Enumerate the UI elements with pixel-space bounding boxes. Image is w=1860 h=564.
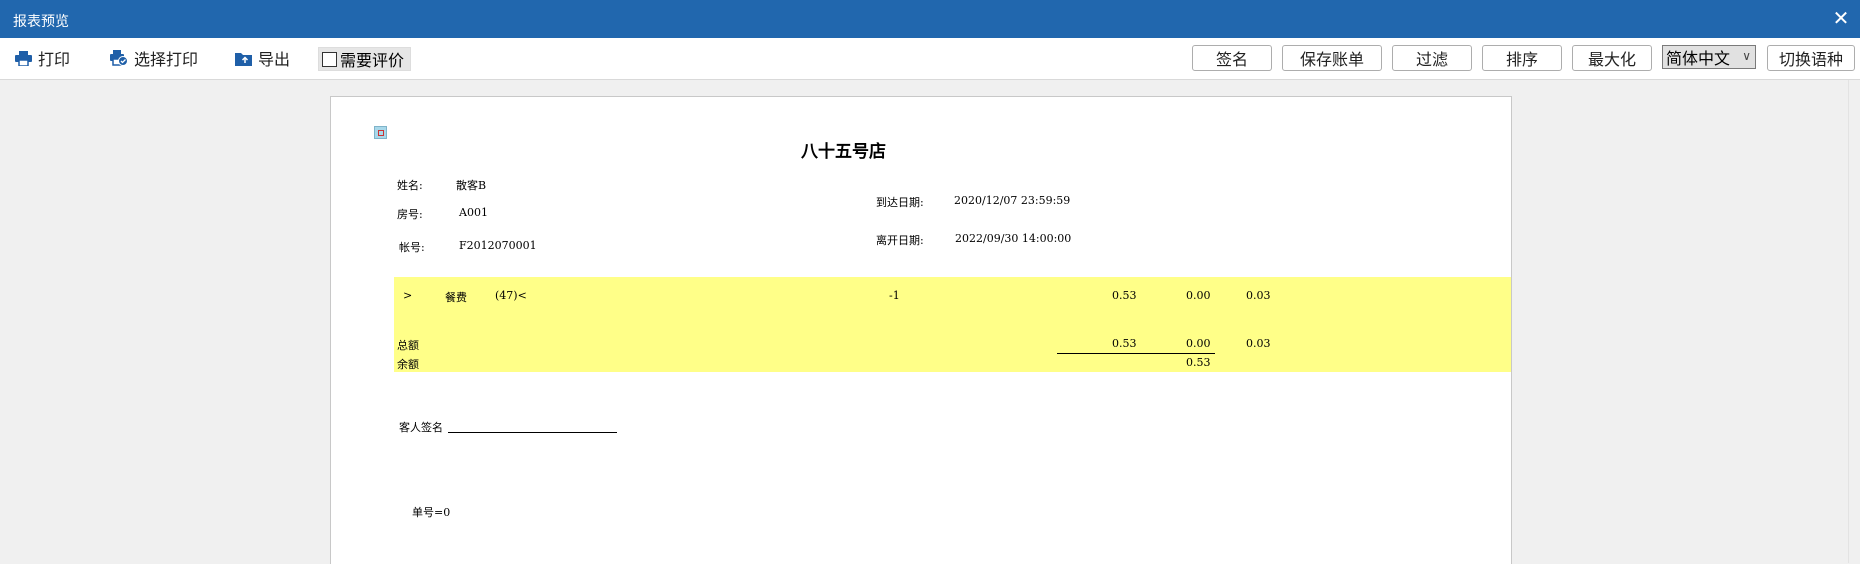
signature-label: 客人签名 — [399, 421, 443, 434]
maximize-button[interactable]: 最大化 — [1572, 45, 1652, 71]
account-value: F2012070001 — [459, 239, 537, 252]
filter-button[interactable]: 过滤 — [1392, 45, 1472, 71]
item-amount: 0.53 — [1112, 289, 1137, 302]
select-print-label: 选择打印 — [134, 50, 199, 69]
language-selected: 简体中文 — [1666, 49, 1731, 68]
toolbar: 打印 选择打印 导出 需要评价 签名 保存账单 过滤 排序 最大化 简体中文 ∨… — [0, 38, 1860, 80]
account-label: 帐号: — [399, 241, 425, 254]
item-other: 0.03 — [1246, 289, 1271, 302]
select-print-button[interactable]: 选择打印 — [110, 47, 198, 69]
balance-label: 余额 — [397, 358, 419, 371]
arrival-label: 到达日期: — [876, 196, 924, 209]
vertical-scrollbar[interactable] — [1848, 80, 1860, 563]
charges-section — [394, 277, 1511, 372]
print-label: 打印 — [38, 50, 71, 69]
total-label: 总额 — [397, 339, 419, 352]
need-review-checkbox[interactable]: 需要评价 — [318, 47, 412, 71]
print-button[interactable]: 打印 — [15, 47, 70, 69]
checkbox-box[interactable] — [322, 51, 337, 67]
name-label: 姓名: — [397, 179, 423, 192]
name-value: 散客B — [456, 179, 487, 192]
total-amount: 0.53 — [1112, 337, 1137, 350]
report-anchor-icon — [374, 126, 387, 139]
chevron-down-icon: ∨ — [1742, 49, 1751, 63]
window-title: 报表预览 — [13, 14, 69, 30]
item-code: (47)< — [495, 289, 527, 302]
language-select[interactable]: 简体中文 ∨ — [1662, 45, 1756, 69]
arrival-value: 2020/12/07 23:59:59 — [954, 194, 1071, 207]
item-paid: 0.00 — [1186, 289, 1211, 302]
item-qty: -1 — [889, 289, 900, 302]
report-page: 八十五号店 姓名: 散客B 房号: A001 帐号: F2012070001 到… — [330, 96, 1512, 564]
sign-button[interactable]: 签名 — [1192, 45, 1272, 71]
sort-button[interactable]: 排序 — [1482, 45, 1562, 71]
room-label: 房号: — [397, 208, 423, 221]
export-label: 导出 — [258, 50, 291, 69]
need-review-label: 需要评价 — [340, 51, 405, 70]
total-paid: 0.00 — [1186, 337, 1211, 350]
bill-number: 单号=0 — [412, 506, 451, 519]
save-bill-button[interactable]: 保存账单 — [1282, 45, 1382, 71]
departure-label: 离开日期: — [876, 234, 924, 247]
printer-icon — [15, 50, 32, 66]
close-icon[interactable]: ✕ — [1830, 6, 1852, 30]
total-other: 0.03 — [1246, 337, 1271, 350]
item-name: 餐费 — [445, 291, 467, 304]
report-title: 八十五号店 — [801, 142, 886, 162]
room-value: A001 — [459, 206, 488, 219]
signature-line — [448, 432, 617, 433]
window-titlebar: 报表预览 ✕ — [0, 0, 1860, 38]
balance-value: 0.53 — [1186, 356, 1211, 369]
select-printer-icon — [110, 50, 128, 66]
export-folder-icon — [235, 52, 252, 66]
departure-value: 2022/09/30 14:00:00 — [955, 232, 1072, 245]
expand-row-icon[interactable]: > — [403, 289, 412, 302]
export-button[interactable]: 导出 — [235, 47, 290, 69]
total-rule — [1057, 353, 1215, 354]
switch-language-button[interactable]: 切换语种 — [1767, 45, 1855, 71]
